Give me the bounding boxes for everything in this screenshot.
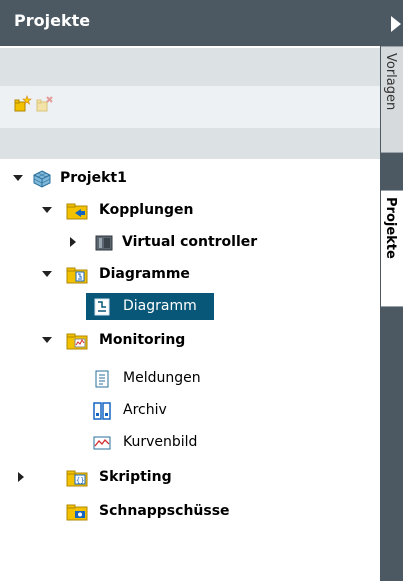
tree-item-label: Archiv: [123, 402, 167, 418]
tree-item-diagramm[interactable]: Diagramm: [0, 291, 380, 323]
tree-item-label: Diagramme: [99, 266, 190, 282]
toolbar-divider-band: [0, 128, 380, 159]
expand-toggle-icon[interactable]: [70, 237, 76, 247]
tree-item-kopplungen[interactable]: Kopplungen: [0, 195, 380, 227]
tree-item-label: Kurvenbild: [123, 434, 198, 450]
tab-vorlagen-label: Vorlagen: [383, 53, 398, 111]
tree-item-label: Projekt1: [60, 170, 127, 186]
panel-header: Projekte: [0, 0, 403, 46]
project-cube-icon: [32, 169, 52, 189]
connections-folder-icon: [66, 201, 88, 221]
monitoring-folder-icon: [66, 331, 88, 351]
scripting-folder-icon: {}: [66, 468, 88, 488]
tree-item-label: Diagramm: [123, 298, 197, 314]
tab-projekte-label: Projekte: [383, 197, 398, 259]
snapshots-folder-icon: [66, 502, 88, 522]
delete-item-icon[interactable]: [36, 95, 54, 113]
messages-icon: [92, 369, 112, 389]
new-item-icon[interactable]: [14, 95, 32, 113]
expand-toggle-icon[interactable]: [18, 472, 24, 482]
diagram-icon: [92, 297, 112, 317]
tree-item-label: Kopplungen: [99, 202, 194, 218]
tree-item-label: Virtual controller: [122, 234, 258, 250]
svg-text:{}: {}: [76, 477, 84, 485]
tree-item-label: Schnappschüsse: [99, 503, 230, 519]
expand-toggle-icon[interactable]: [13, 175, 23, 181]
tree-item-diagramme[interactable]: Diagramme: [0, 259, 380, 291]
tree-item-virtual-controller[interactable]: Virtual controller: [0, 227, 380, 259]
trend-chart-icon: [92, 433, 112, 453]
tree-item-skripting[interactable]: {} Skripting: [0, 462, 380, 494]
tree-item-schnappschuesse[interactable]: Schnappschüsse: [0, 496, 380, 528]
diagram-folder-icon: [66, 265, 88, 285]
tree-item-meldungen[interactable]: Meldungen: [0, 363, 380, 395]
toolbar: [0, 86, 380, 128]
controller-icon: [94, 233, 114, 253]
panel-title: Projekte: [14, 11, 91, 30]
tree-item-label: Meldungen: [123, 370, 201, 386]
tree-item-projekt1[interactable]: Projekt1: [0, 163, 380, 195]
tab-vorlagen[interactable]: Vorlagen: [381, 46, 403, 153]
archive-icon: [92, 401, 112, 421]
tree-item-label: Skripting: [99, 469, 172, 485]
expand-toggle-icon[interactable]: [42, 207, 52, 213]
tree-item-archiv[interactable]: Archiv: [0, 395, 380, 427]
header-band: [0, 48, 380, 86]
expand-toggle-icon[interactable]: [42, 337, 52, 343]
tree-item-monitoring[interactable]: Monitoring: [0, 325, 380, 357]
tab-projekte[interactable]: Projekte: [381, 190, 403, 307]
collapse-panel-icon[interactable]: [391, 16, 401, 32]
tree-item-label: Monitoring: [99, 332, 186, 348]
expand-toggle-icon[interactable]: [42, 271, 52, 277]
tree-item-kurvenbild[interactable]: Kurvenbild: [0, 427, 380, 459]
